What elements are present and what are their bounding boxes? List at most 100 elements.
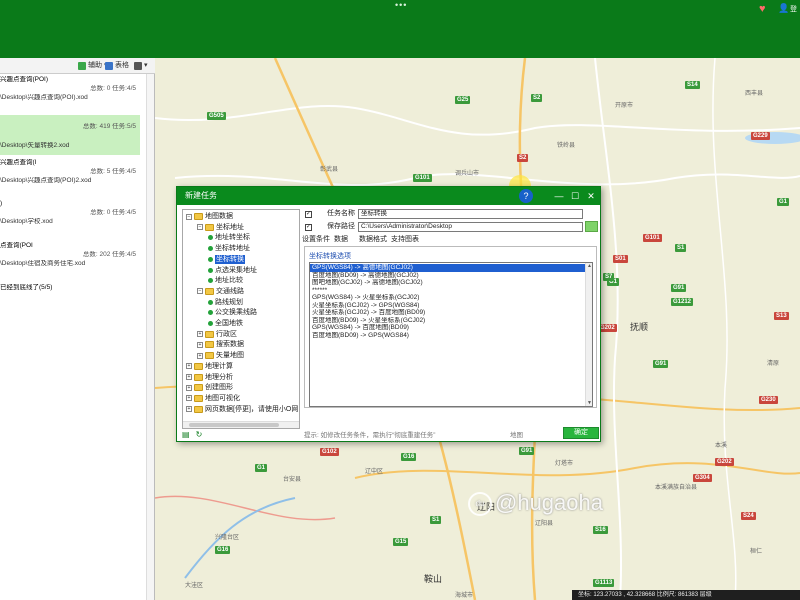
city-label: 鞍山: [424, 574, 443, 584]
save-path-checkbox[interactable]: ✓: [305, 224, 312, 231]
task-name-input[interactable]: 坐标转换: [358, 209, 583, 219]
tab-data-format[interactable]: 数据格式: [359, 235, 387, 244]
option-item[interactable]: 百度地图(BD09) -> GPS(WGS84): [310, 332, 586, 340]
road-label: G91: [653, 360, 669, 368]
scroll-down-icon[interactable]: ▼: [587, 400, 592, 406]
option-item[interactable]: 火星坐标系(GCJ02) -> 百度地图(BD09): [310, 309, 586, 317]
tree-node[interactable]: + 网页数据[停更]，请使用小O网: [186, 405, 298, 414]
town-label: 辽中区: [365, 469, 384, 475]
road-label: S2: [531, 94, 543, 102]
tree-node[interactable]: 坐标转换: [208, 254, 245, 264]
option-item[interactable]: 图吧地图(GCJ02) -> 高德地图(GCJ02): [310, 279, 586, 287]
option-item[interactable]: 火星坐标系(GCJ02) -> GPS(WGS84): [310, 302, 586, 310]
watermark: du @hugaoha: [468, 490, 603, 517]
tree-node[interactable]: 公交换乘线路: [208, 308, 257, 317]
tree-node[interactable]: − 坐标地址: [197, 223, 244, 232]
tree-node[interactable]: − 交通线路: [197, 287, 244, 296]
tree-hscrollbar[interactable]: [183, 421, 299, 428]
scroll-up-icon[interactable]: ▲: [587, 263, 592, 269]
town-label: 桓仁: [750, 549, 763, 555]
expand-icon[interactable]: +: [186, 384, 192, 391]
task-item[interactable]: 兴趣点查询(I 总数: 5 任务:4/5 \Desktop\兴趣点查询(POI)…: [0, 159, 140, 186]
town-label: 兴隆台区: [215, 535, 240, 541]
option-item[interactable]: 百度地图(BD09) -> 火星坐标系(GCJ02): [310, 317, 586, 325]
tree-node[interactable]: + 创建图形: [186, 383, 233, 392]
task-type-tree[interactable]: − 地图数据 − 坐标地址 地址转坐标坐标转地址 坐标转换点选采集地址 地址比较 − 交通线路路…: [182, 209, 300, 429]
tree-node[interactable]: + 行政区: [197, 330, 237, 339]
options-scrollbar[interactable]: ▲ ▼: [585, 263, 592, 406]
user-icon[interactable]: 👤: [778, 3, 789, 14]
expand-icon[interactable]: +: [186, 406, 192, 413]
folder-icon: [194, 384, 203, 392]
road-label: G1: [777, 198, 790, 206]
option-item[interactable]: GPS(WGS84) -> 火星坐标系(GCJ02): [310, 294, 586, 302]
road-label: G15: [393, 538, 409, 546]
option-item[interactable]: GPS(WGS84) -> 百度地图(BD09): [310, 324, 586, 332]
road-label: S2: [517, 154, 529, 162]
task-item[interactable]: 点查询(POI 总数: 202 任务:4/5 \Desktop\住宿及商务住宅.…: [0, 242, 140, 269]
tree-node[interactable]: + 地理分析: [186, 373, 233, 382]
tree-node[interactable]: 路线规划: [208, 298, 243, 307]
town-label: 彰武县: [320, 167, 339, 173]
tree-node[interactable]: + 搜索数据: [197, 340, 244, 349]
expand-icon[interactable]: +: [186, 374, 192, 380]
save-path-input[interactable]: C:\Users\Administrator\Desktop: [358, 222, 583, 232]
tree-node[interactable]: + 地理计算: [186, 362, 233, 371]
login-label[interactable]: 登: [790, 4, 797, 14]
help-icon[interactable]: ?: [519, 189, 533, 203]
town-label: 本溪满族自治县: [655, 485, 698, 491]
browse-folder-button[interactable]: [585, 221, 598, 232]
folder-icon: [205, 223, 214, 231]
task-item[interactable]: ) 总数: 0 任务:4/5 \Desktop\学校.xod: [0, 200, 140, 227]
expand-icon[interactable]: +: [197, 352, 203, 359]
tree-node[interactable]: − 地图数据: [186, 212, 233, 221]
leaf-dot-icon: [208, 299, 213, 305]
tree-node-label: 网页数据[停更]，请使用小O网: [205, 405, 299, 413]
task-name-label: 任务名称: [327, 210, 355, 217]
maximize-button[interactable]: ☐: [568, 187, 582, 205]
tree-node-label: 地图可视化: [205, 394, 240, 402]
option-item[interactable]: ******: [310, 287, 586, 295]
collapse-icon[interactable]: −: [197, 288, 203, 295]
leaf-dot-icon: [208, 267, 213, 273]
ok-button[interactable]: 确定: [563, 427, 599, 439]
list-view-icon[interactable]: ▤: [182, 430, 190, 440]
task-name-checkbox[interactable]: ✓: [305, 211, 312, 218]
tree-node[interactable]: + 矢量地图: [197, 351, 244, 360]
option-item[interactable]: 百度地图(BD09) -> 高德地图(GCJ02): [310, 272, 586, 280]
delete-button[interactable]: ▾: [134, 60, 148, 72]
town-label: 开原市: [615, 103, 634, 109]
tree-node[interactable]: + 地图可视化: [186, 394, 240, 403]
expand-icon[interactable]: +: [186, 395, 192, 402]
expand-icon[interactable]: +: [197, 341, 203, 348]
collapse-icon[interactable]: −: [186, 213, 192, 220]
tab-charts[interactable]: 支持图表: [391, 235, 419, 244]
task-item[interactable]: 兴趣点查询(POI) 总数: 0 任务:4/5 \Desktop\兴趣点查询(P…: [0, 76, 140, 103]
tree-node[interactable]: 全国地铁: [208, 319, 243, 328]
expand-icon[interactable]: +: [197, 331, 203, 338]
tree-node[interactable]: 地址转坐标: [208, 233, 250, 242]
heart-icon[interactable]: ♥: [759, 3, 766, 15]
tab-data[interactable]: 数据: [334, 235, 348, 244]
conversion-options-list[interactable]: GPS(WGS84) -> 高德地图(GCJ02) 百度地图(BD09) -> 高…: [309, 262, 593, 407]
collapse-icon[interactable]: −: [197, 224, 203, 231]
expand-icon[interactable]: +: [186, 363, 192, 370]
table-button[interactable]: 表格: [105, 60, 129, 72]
road-label: S24: [741, 512, 756, 520]
task-list-scrollbar[interactable]: [146, 74, 154, 600]
road-label: G102: [320, 448, 339, 456]
tree-node[interactable]: 点选采集地址: [208, 266, 257, 275]
map-link[interactable]: 地图: [510, 429, 523, 439]
tree-node[interactable]: 地址比较: [208, 276, 243, 285]
minimize-button[interactable]: —: [552, 187, 566, 205]
assist-button[interactable]: 辅助▾: [78, 60, 108, 72]
task-item-selected[interactable]: 总数: 419 任务:5/5 \Desktop\矢量转换2.xod: [0, 115, 140, 155]
refresh-icon[interactable]: ↻: [196, 430, 203, 440]
option-item-selected[interactable]: GPS(WGS84) -> 高德地图(GCJ02): [310, 264, 586, 272]
tree-node-label: 坐标转换: [215, 254, 245, 264]
tab-conditions[interactable]: 设置条件: [302, 235, 330, 244]
window-menu-dots[interactable]: •••: [395, 0, 407, 10]
road-label: S16: [593, 526, 608, 534]
close-button[interactable]: ✕: [584, 187, 598, 205]
tree-node[interactable]: 坐标转地址: [208, 244, 250, 253]
